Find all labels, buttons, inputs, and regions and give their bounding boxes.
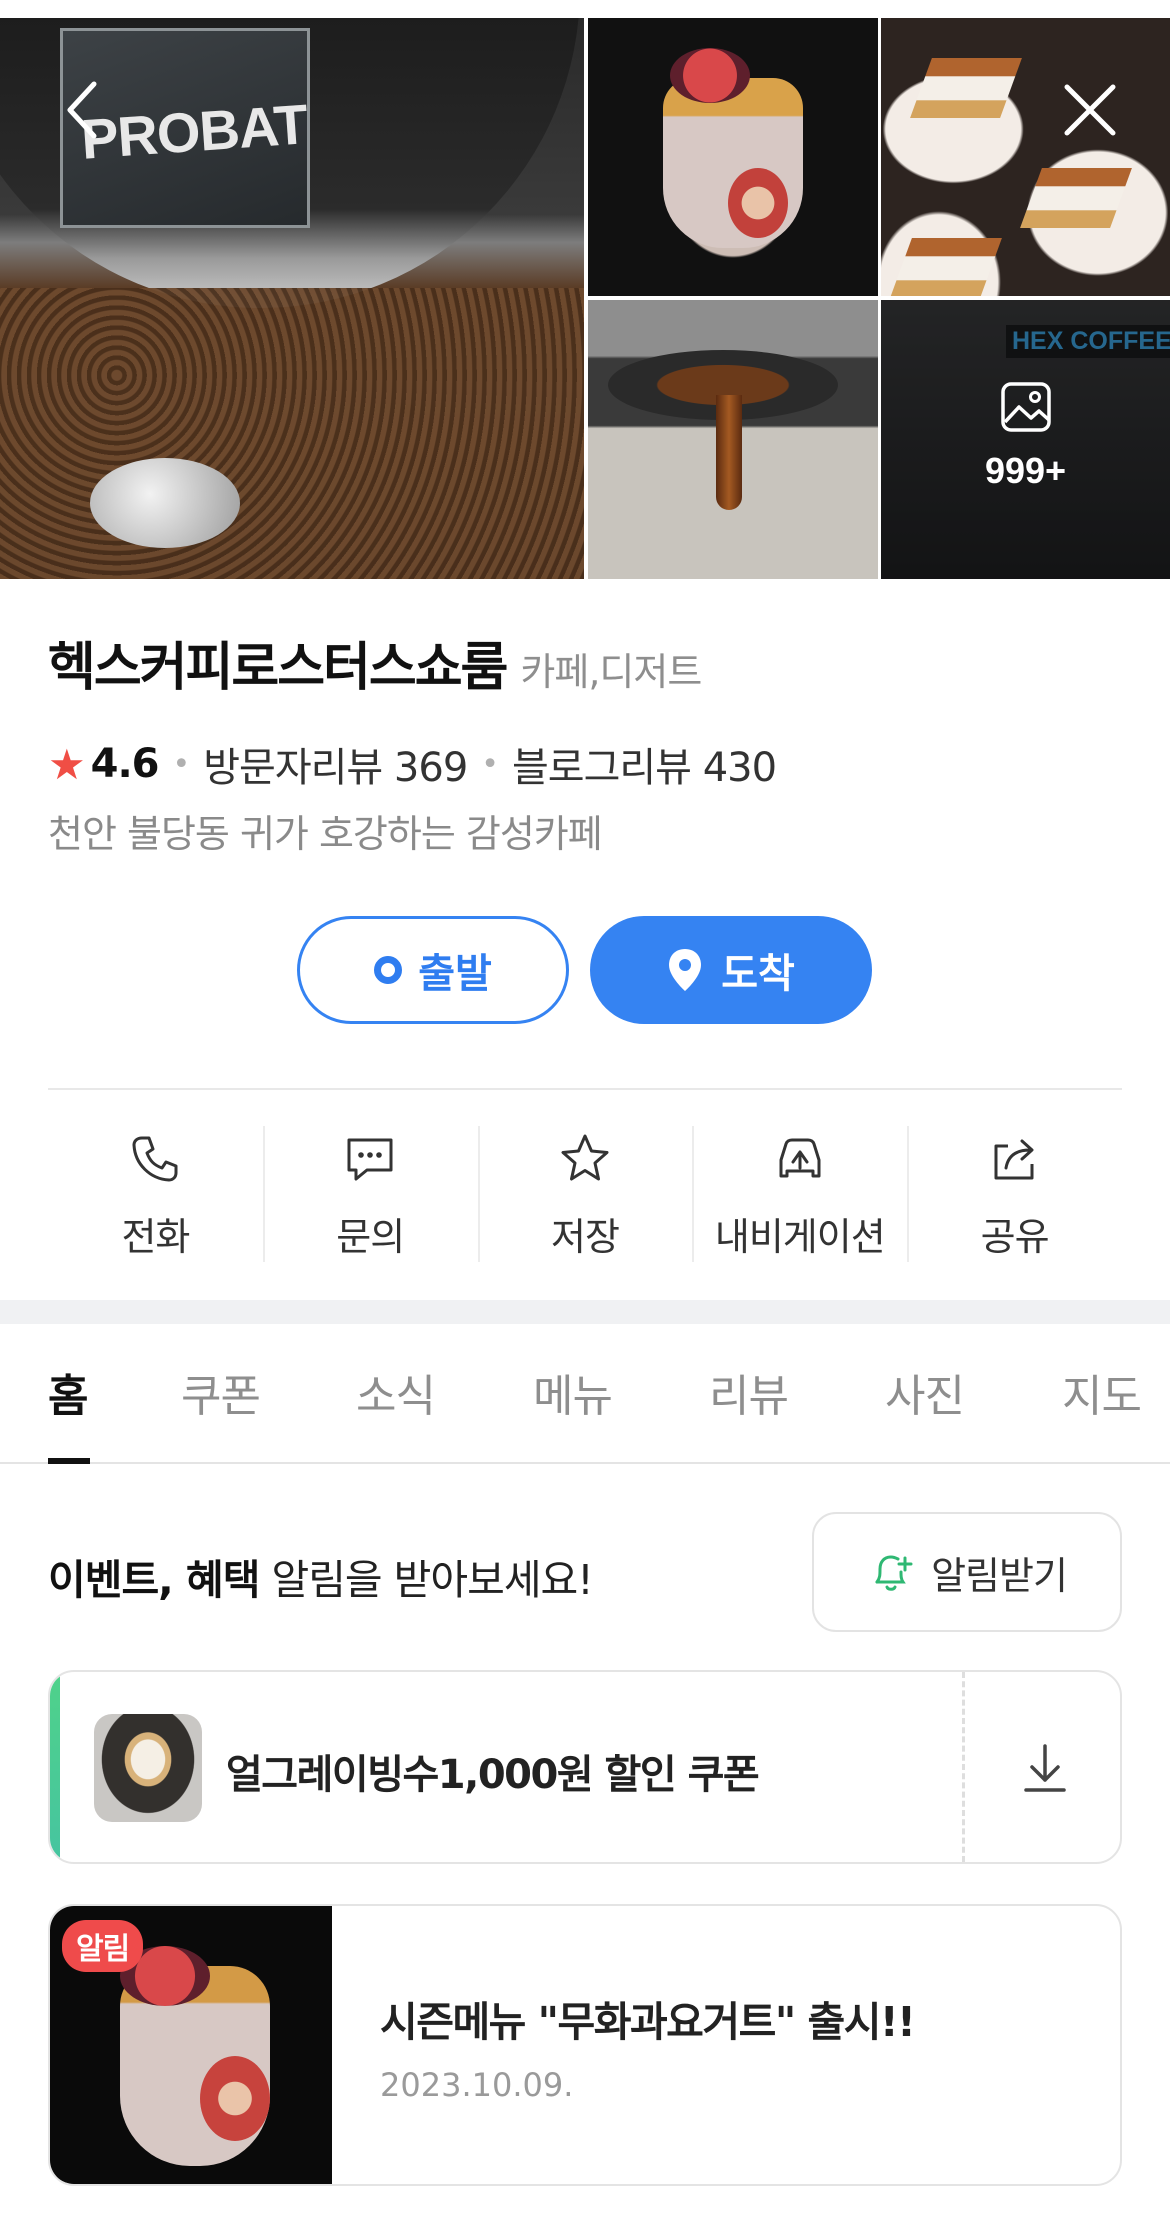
fig-top <box>670 48 750 103</box>
tab-bar: 홈 쿠폰 소식 메뉴 리뷰 사진 지도 <box>0 1324 1170 1464</box>
photo-dim-overlay <box>881 300 1170 579</box>
tab-home[interactable]: 홈 <box>48 1360 88 1424</box>
chat-icon <box>347 1138 393 1181</box>
close-icon <box>1064 84 1116 136</box>
notification-prompt: 이벤트, 혜택 알림을 받아보세요! <box>48 1546 594 1606</box>
title-row: 헥스커피로스터스쇼룸 카페,디저트 <box>48 625 1128 700</box>
tab-news[interactable]: 소식 <box>356 1360 436 1424</box>
photo-gallery[interactable]: PROBAT HEX COFFEE 999+ <box>0 18 1170 579</box>
action-share[interactable]: 공유 <box>907 1120 1122 1270</box>
action-call-label: 전화 <box>121 1215 190 1259</box>
notify-button[interactable]: 알림받기 <box>812 1512 1122 1632</box>
action-inquiry-label: 문의 <box>336 1215 405 1259</box>
fig-slice <box>728 168 788 238</box>
photo-espresso[interactable] <box>588 300 878 579</box>
separator-dot: • <box>481 746 499 782</box>
divider <box>48 1088 1122 1090</box>
separator-dot: • <box>172 746 191 782</box>
star-rating-icon: ★ <box>48 739 86 789</box>
photo-cheesecake[interactable] <box>881 18 1170 296</box>
news-title: 시즌메뉴 "무화과요거트" 출시!! <box>380 1998 916 2046</box>
active-tab-indicator <box>48 1458 90 1464</box>
arrive-label: 도착 <box>721 951 795 997</box>
cake-slice <box>910 58 1022 118</box>
action-inquiry[interactable]: 문의 <box>262 1120 478 1270</box>
place-category: 카페,디저트 <box>520 650 702 694</box>
action-save[interactable]: 저장 <box>477 1120 693 1270</box>
more-photos-count: 999+ <box>984 450 1067 491</box>
chevron-left-icon <box>67 81 97 139</box>
coupon-accent-bar <box>50 1672 60 1862</box>
tab-coupon[interactable]: 쿠폰 <box>181 1360 261 1424</box>
star-icon <box>561 1134 609 1181</box>
photo-fig-yogurt[interactable] <box>588 18 878 296</box>
action-bar: 전화 문의 저장 내비게이션 공유 <box>48 1120 1122 1270</box>
download-icon[interactable] <box>1010 1734 1080 1804</box>
arrive-button[interactable]: 도착 <box>590 916 872 1024</box>
espresso-drip <box>716 395 742 510</box>
cake-slice <box>1020 168 1132 228</box>
roaster-brand: PROBAT <box>79 92 310 171</box>
action-save-label: 저장 <box>551 1215 620 1259</box>
notify-button-label: 알림받기 <box>931 1553 1068 1598</box>
notification-text: 알림을 받아보세요! <box>259 1556 593 1604</box>
origin-dot-icon <box>374 956 403 984</box>
rating-value: 4.6 <box>90 741 160 787</box>
share-icon <box>994 1139 1034 1180</box>
fig-slice <box>200 2056 270 2141</box>
news-date: 2023.10.09. <box>380 2066 574 2104</box>
coupon-dashed-separator <box>962 1672 965 1862</box>
bell-plus-icon <box>875 1555 913 1591</box>
tab-menu[interactable]: 메뉴 <box>533 1360 613 1424</box>
photo-more[interactable]: HEX COFFEE 999+ <box>881 300 1170 579</box>
depart-button[interactable]: 출발 <box>297 916 569 1024</box>
close-button[interactable] <box>1060 80 1120 140</box>
phone-icon <box>132 1136 178 1182</box>
coffee-beans <box>0 288 584 579</box>
action-navigation[interactable]: 내비게이션 <box>692 1120 907 1270</box>
coupon-thumbnail <box>94 1714 202 1822</box>
coupon-card[interactable]: 얼그레이빙수1,000원 할인 쿠폰 <box>48 1670 1122 1864</box>
notification-bold-text: 이벤트, 혜택 <box>48 1556 260 1604</box>
tab-review[interactable]: 리뷰 <box>709 1360 789 1424</box>
blog-reviews-link[interactable]: 블로그리뷰 430 <box>512 735 777 793</box>
action-call[interactable]: 전화 <box>48 1120 263 1270</box>
review-stats: ★ 4.6 • 방문자리뷰 369 • 블로그리뷰 430 <box>48 735 777 793</box>
action-navigation-label: 내비게이션 <box>714 1215 886 1259</box>
cake-slice <box>890 238 1002 296</box>
car-navigation-icon <box>779 1138 821 1178</box>
news-badge: 알림 <box>62 1920 144 1972</box>
place-description: 천안 불당동 귀가 호강하는 감성카페 <box>48 812 603 856</box>
tab-photo[interactable]: 사진 <box>885 1360 965 1424</box>
news-card[interactable]: 알림 시즌메뉴 "무화과요거트" 출시!! 2023.10.09. <box>48 1904 1122 2186</box>
tab-map[interactable]: 지도 <box>1062 1360 1142 1424</box>
coupon-title: 얼그레이빙수1,000원 할인 쿠폰 <box>226 1752 760 1798</box>
section-separator <box>0 1300 1170 1324</box>
image-icon <box>1001 382 1051 432</box>
place-info: 헥스커피로스터스쇼룸 카페,디저트 ★ 4.6 • 방문자리뷰 369 • 블로… <box>48 625 1128 856</box>
roaster-scoop <box>90 458 240 548</box>
action-share-label: 공유 <box>980 1215 1050 1259</box>
visitor-reviews-link[interactable]: 방문자리뷰 369 <box>203 735 468 793</box>
location-pin-icon <box>669 949 702 991</box>
back-button[interactable] <box>52 80 112 140</box>
depart-label: 출발 <box>418 951 492 997</box>
place-name: 헥스커피로스터스쇼룸 <box>48 638 508 698</box>
